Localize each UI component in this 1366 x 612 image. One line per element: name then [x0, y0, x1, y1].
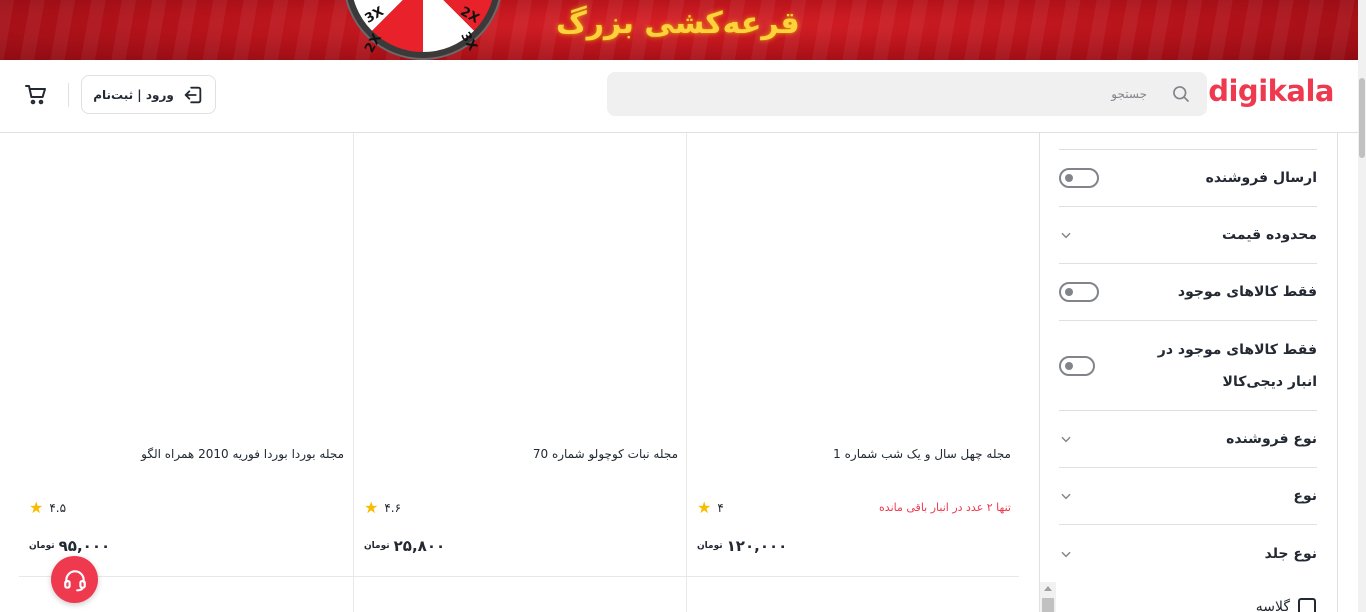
product-title[interactable]: مجله نبات کوچولو شماره 70: [533, 447, 678, 461]
toggle-switch[interactable]: [1059, 282, 1099, 302]
grid-row-divider: [19, 576, 1019, 577]
digikala-logo[interactable]: digikala: [1208, 74, 1334, 108]
search-input[interactable]: [607, 72, 1207, 116]
filter-label: نوع: [1293, 488, 1317, 504]
product-price: تومان ۱۲۰,۰۰۰: [697, 537, 787, 555]
scroll-thumb[interactable]: [1042, 598, 1054, 612]
chevron-down-icon: [1061, 232, 1071, 239]
promo-banner[interactable]: 3X 2X 3X 2X قرعه‌کشی بزرگ: [0, 0, 1358, 60]
filter-cover-type[interactable]: نوع جلد: [1059, 525, 1317, 582]
product-rating: ★ ۴.۶: [364, 500, 401, 516]
price-value: ۹۵,۰۰۰: [58, 537, 111, 555]
login-register-label: ورود | ثبت‌نام: [93, 87, 174, 102]
headset-icon: [63, 569, 86, 591]
header-divider: [68, 83, 69, 107]
currency-label: تومان: [364, 541, 390, 551]
product-card[interactable]: مجله بوردا بوردا فوریه 2010 همراه الگو ★…: [19, 133, 352, 577]
filter-label: نوع فروشنده: [1226, 431, 1317, 447]
filter-option-glossy[interactable]: گلاسه: [1256, 598, 1316, 612]
product-title[interactable]: مجله بوردا بوردا فوریه 2010 همراه الگو: [141, 447, 344, 461]
banner-title: قرعه‌کشی بزرگ: [556, 6, 800, 41]
product-rating: ★ ۴.۵: [29, 500, 66, 516]
product-price: تومان ۲۵,۸۰۰: [364, 537, 445, 555]
scroll-up-arrow-icon[interactable]: [1044, 586, 1052, 591]
filter-label: ارسال فروشنده: [1205, 170, 1317, 186]
currency-label: تومان: [29, 541, 55, 551]
checkbox-label: گلاسه: [1255, 599, 1290, 612]
search-icon: [1173, 86, 1190, 103]
price-value: ۱۲۰,۰۰۰: [726, 537, 788, 555]
support-button[interactable]: [51, 556, 98, 603]
filter-seller-type[interactable]: نوع فروشنده: [1059, 411, 1317, 468]
filter-label: فقط کالاهای موجود: [1177, 284, 1317, 300]
grid-column-divider: [353, 577, 354, 612]
price-value: ۲۵,۸۰۰: [393, 537, 446, 555]
chevron-down-icon: [1061, 551, 1071, 557]
toggle-switch[interactable]: [1059, 168, 1099, 188]
filter-label: محدوده قیمت: [1222, 227, 1317, 243]
login-register-button[interactable]: ورود | ثبت‌نام: [81, 75, 216, 114]
filter-available-only[interactable]: فقط کالاهای موجود: [1059, 264, 1317, 321]
product-card[interactable]: مجله چهل سال و یک شب شماره 1 تنها ۲ عدد …: [686, 133, 1019, 577]
product-title[interactable]: مجله چهل سال و یک شب شماره 1: [833, 447, 1011, 461]
product-rating: ★ ۴: [697, 500, 724, 516]
filter-sidebar: ارسال فروشنده محدوده قیمت فقط کالاهای مو…: [1039, 133, 1338, 612]
product-price: تومان ۹۵,۰۰۰: [29, 537, 110, 555]
checkbox[interactable]: [1298, 598, 1316, 612]
cart-icon[interactable]: [24, 82, 48, 106]
scroll-thumb[interactable]: [1359, 78, 1365, 158]
search-box[interactable]: [607, 72, 1207, 116]
filter-price-range[interactable]: محدوده قیمت: [1059, 207, 1317, 264]
site-header: digikala ورود | ثبت‌نام: [0, 60, 1358, 133]
currency-label: تومان: [697, 541, 723, 551]
product-card[interactable]: مجله نبات کوچولو شماره 70 ★ ۴.۶ تومان ۲۵…: [353, 133, 686, 577]
filter-type[interactable]: نوع: [1059, 468, 1317, 525]
grid-column-divider: [686, 577, 687, 612]
chevron-down-icon: [1061, 436, 1071, 443]
toggle-switch[interactable]: [1059, 355, 1095, 376]
star-icon: ★: [364, 498, 379, 517]
login-icon: [184, 86, 202, 103]
star-icon: ★: [697, 498, 712, 517]
rating-value: ۴: [717, 501, 724, 515]
chevron-down-icon: [1061, 493, 1071, 500]
filter-label: فقط کالاهای موجود در انبار دیجی‌کالا: [1157, 341, 1317, 390]
filter-label: نوع جلد: [1264, 545, 1317, 562]
filter-seller-shipping[interactable]: ارسال فروشنده: [1059, 150, 1317, 207]
rating-value: ۴.۶: [384, 501, 402, 515]
filter-digikala-stock[interactable]: فقط کالاهای موجود در انبار دیجی‌کالا: [1059, 321, 1317, 411]
product-grid: مجله چهل سال و یک شب شماره 1 تنها ۲ عدد …: [19, 133, 1019, 612]
stock-warning: تنها ۲ عدد در انبار باقی مانده: [879, 501, 1011, 514]
page-scrollbar[interactable]: [1358, 0, 1366, 612]
rating-value: ۴.۵: [49, 501, 67, 515]
star-icon: ★: [29, 498, 44, 517]
filter-scrollbar[interactable]: [1040, 582, 1056, 612]
